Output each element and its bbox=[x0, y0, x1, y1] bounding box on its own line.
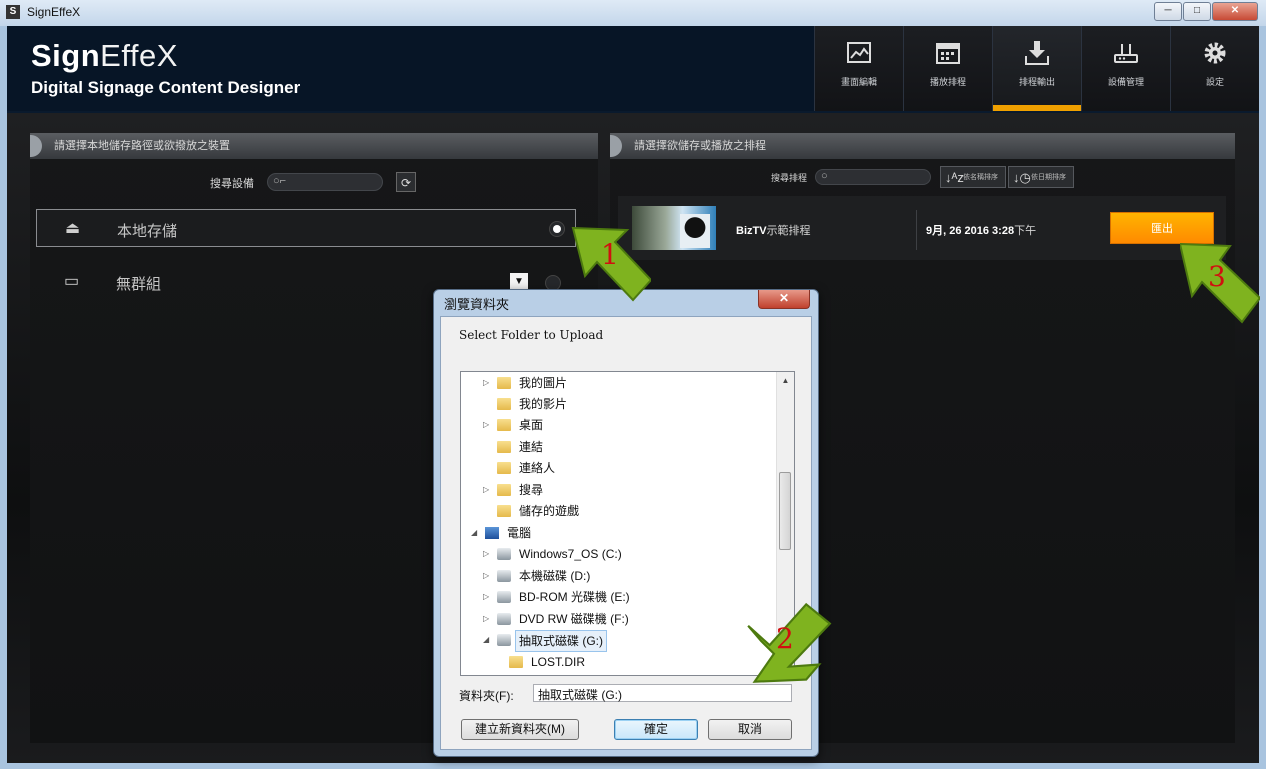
optical-drive-icon bbox=[497, 613, 511, 625]
calendar-icon bbox=[936, 43, 960, 64]
folder-icon bbox=[497, 419, 511, 431]
device-item-label: 本地存儲 bbox=[117, 223, 178, 240]
computer-icon bbox=[485, 527, 499, 539]
folder-icon bbox=[497, 377, 511, 389]
callout-number: 2 bbox=[776, 622, 794, 655]
nav-label: 播放排程 bbox=[929, 77, 966, 87]
optical-drive-icon bbox=[497, 591, 511, 603]
new-folder-button[interactable]: 建立新資料夾(M) bbox=[461, 719, 579, 740]
divider bbox=[916, 210, 917, 250]
device-panel-header: 請選擇本地儲存路徑或欲撥放之裝置 bbox=[30, 133, 598, 159]
sort-clock-icon: ↓◷ bbox=[1013, 170, 1031, 185]
folder-icon bbox=[497, 505, 511, 517]
folder-icon bbox=[497, 484, 511, 496]
search-icon: ○ bbox=[821, 170, 828, 182]
callout-arrow-2: 2 bbox=[746, 600, 832, 683]
nav-device-management[interactable]: 設備管理 bbox=[1081, 26, 1170, 111]
nav-schedule[interactable]: 播放排程 bbox=[903, 26, 992, 111]
drive-icon bbox=[497, 548, 511, 560]
schedule-date: 9月, 26 2016 3:28下午 bbox=[926, 225, 1037, 237]
callout-arrow-3: 3 bbox=[1180, 240, 1260, 324]
folder-icon bbox=[509, 656, 523, 668]
window-title: SignEffeX bbox=[27, 5, 81, 19]
brand-logo: SignEffeX bbox=[31, 38, 178, 73]
nav-schedule-export[interactable]: 排程輸出 bbox=[992, 26, 1081, 111]
drive-icon bbox=[497, 570, 511, 582]
device-radio[interactable] bbox=[549, 221, 565, 237]
gear-icon bbox=[1204, 42, 1226, 64]
router-icon bbox=[1114, 44, 1138, 63]
folder-input[interactable]: 抽取式磁碟 (G:) bbox=[533, 684, 792, 702]
device-search-box: ○⌐ bbox=[267, 173, 383, 191]
schedule-name: BizTV示範排程 bbox=[736, 225, 811, 237]
sort-by-name-button[interactable]: ↓ᴬz 依名稱排序 bbox=[940, 166, 1006, 188]
dialog-description: Select Folder to Upload bbox=[459, 328, 604, 342]
app-subtitle: Digital Signage Content Designer bbox=[31, 78, 301, 97]
sort-by-date-button[interactable]: ↓◷ 依日期排序 bbox=[1008, 166, 1074, 188]
nav-settings[interactable]: 設定 bbox=[1170, 26, 1259, 111]
main-nav: 畫面編輯 播放排程 排程輸出 設備管理 設定 bbox=[814, 26, 1259, 111]
sort-alpha-icon: ↓ᴬz bbox=[945, 170, 964, 185]
nav-image-editor[interactable]: 畫面編輯 bbox=[814, 26, 903, 111]
ok-button[interactable]: 確定 bbox=[614, 719, 698, 740]
schedule-search-label: 搜尋排程 bbox=[771, 173, 808, 183]
device-item-label: 無群組 bbox=[116, 276, 162, 293]
search-icon: ○⌐ bbox=[273, 175, 287, 187]
callout-number: 3 bbox=[1208, 260, 1226, 293]
monitor-icon: ▭ bbox=[64, 273, 80, 290]
minimize-button[interactable]: ─ bbox=[1154, 2, 1182, 21]
maximize-button[interactable]: □ bbox=[1183, 2, 1211, 21]
dialog-close-button[interactable]: ✕ bbox=[758, 290, 810, 309]
close-button[interactable]: ✕ bbox=[1212, 2, 1258, 21]
folder-icon bbox=[497, 398, 511, 410]
device-item-local-storage[interactable]: ⏏ 本地存儲 bbox=[36, 209, 576, 247]
cancel-button[interactable]: 取消 bbox=[708, 719, 792, 740]
refresh-icon: ⟳ bbox=[400, 176, 412, 190]
dialog-title: 瀏覽資料夾 bbox=[444, 297, 510, 312]
nav-label: 排程輸出 bbox=[1018, 77, 1055, 87]
browse-folder-dialog: 瀏覽資料夾 ✕ Select Folder to Upload ▷ 我的圖片 我的… bbox=[433, 289, 819, 757]
callout-number: 1 bbox=[601, 238, 619, 271]
nav-label: 設定 bbox=[1205, 77, 1224, 87]
folder-icon bbox=[497, 441, 511, 453]
scroll-thumb[interactable] bbox=[779, 472, 791, 550]
folder-icon bbox=[497, 462, 511, 474]
title-bar: S SignEffeX ─ □ ✕ bbox=[0, 0, 1266, 26]
folder-label: 資料夾(F): bbox=[459, 689, 514, 703]
refresh-button[interactable]: ⟳ bbox=[396, 172, 416, 192]
schedule-search-input[interactable] bbox=[834, 170, 918, 186]
penguin-image bbox=[680, 214, 710, 248]
image-editor-icon bbox=[847, 42, 871, 63]
app-header: SignEffeX Digital Signage Content Design… bbox=[7, 26, 1259, 113]
folder-tree[interactable]: ▷ 我的圖片 我的影片 ▷ 桌面 連結 連絡人 ▷ 搜尋 儲存的遊戲 ◢ 電腦 ▷ Win… bbox=[460, 371, 795, 676]
download-icon bbox=[1025, 41, 1049, 65]
nav-label: 設備管理 bbox=[1107, 77, 1144, 87]
scroll-up-icon[interactable]: ▲ bbox=[777, 372, 794, 389]
app-logo-icon: S bbox=[6, 5, 20, 19]
device-search-input[interactable] bbox=[286, 175, 370, 191]
schedule-row[interactable]: BizTV示範排程 9月, 26 2016 3:28下午 匯出 bbox=[618, 196, 1226, 260]
usb-storage-icon: ⏏ bbox=[65, 220, 81, 237]
nav-label: 畫面編輯 bbox=[840, 77, 877, 87]
removable-drive-icon bbox=[497, 634, 511, 646]
device-search-label: 搜尋設備 bbox=[210, 178, 254, 190]
schedule-search-box: ○ bbox=[815, 169, 931, 186]
callout-arrow-1: 1 bbox=[571, 224, 651, 304]
schedule-panel-header: 請選擇欲儲存或播放之排程 bbox=[610, 133, 1235, 159]
app-window: S SignEffeX ─ □ ✕ SignEffeX Digital Sign… bbox=[0, 0, 1266, 769]
